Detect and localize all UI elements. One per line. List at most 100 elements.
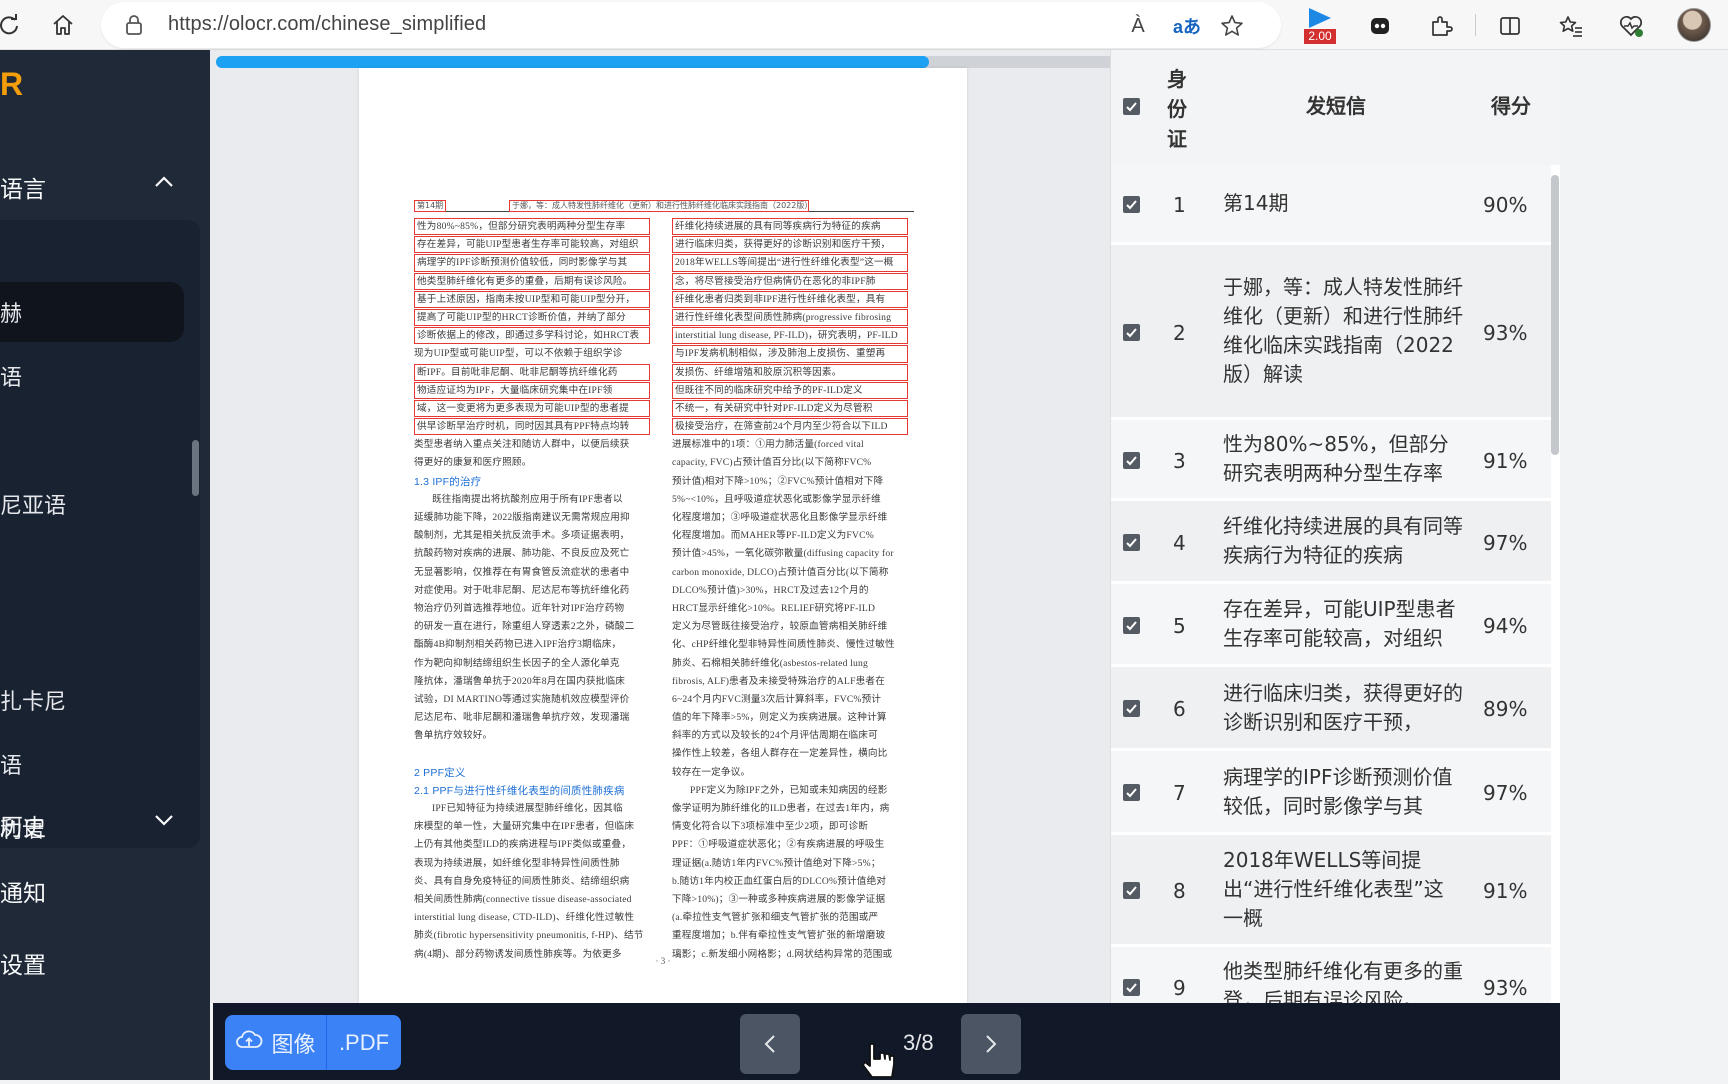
table-row[interactable]: 4 纤维化持续进展的具有同等疾病行为特征的疾病 97% xyxy=(1111,501,1551,584)
row-checkbox[interactable] xyxy=(1123,978,1140,996)
row-id: 3 xyxy=(1173,448,1186,473)
table-row[interactable]: 5 存在差异，可能UIP型患者生存率可能较高，对组织 94% xyxy=(1111,584,1551,667)
language-list: 赫 语 尼亚语 扎卡尼 语 利语 xyxy=(0,220,200,848)
sidebar-item-language-1[interactable]: 赫 xyxy=(0,282,184,342)
row-checkbox[interactable] xyxy=(1123,700,1140,717)
row-text[interactable]: 2018年WELLS等间提出“进行性纤维化表型”这一概 xyxy=(1223,846,1463,933)
detected-text-line[interactable]: 病理学的IPF诊断预测价值较低，同时影像学与其 xyxy=(414,254,650,272)
row-text[interactable]: 进行临床归类，获得更好的诊断识别和医疗干预， xyxy=(1223,679,1463,737)
sidebar-item-language-2[interactable]: 语 xyxy=(0,360,22,392)
table-row[interactable]: 6 进行临床归类，获得更好的诊断识别和医疗干预， 89% xyxy=(1111,667,1551,751)
detected-text-line[interactable]: 他类型肺纤维化有更多的重叠，后期有误诊风险。 xyxy=(414,272,650,290)
read-aloud-icon[interactable]: À xyxy=(1122,10,1154,42)
detected-text-line[interactable]: 纤维化患者归类到非IPF进行性纤维化表型，具有 xyxy=(672,290,908,308)
detected-text-line[interactable]: 不统一，有关研究中针对PF-ILD定义为尽管积 xyxy=(672,399,908,418)
previous-page-button[interactable] xyxy=(740,1014,800,1074)
favorite-star-icon[interactable] xyxy=(1216,10,1248,42)
results-scrollbar[interactable] xyxy=(1551,175,1559,455)
detected-text-line[interactable]: 供早诊断早治疗时机，同时因其具有PPF特点均转 xyxy=(414,418,650,436)
detected-text-line[interactable]: 与IPF发病机制相似，涉及肺泡上皮损伤、重塑再 xyxy=(672,345,908,363)
sidebar-item-label: 尼亚语 xyxy=(0,494,67,519)
sidebar-item-label: 赫 xyxy=(0,302,23,327)
profile-avatar[interactable] xyxy=(1677,8,1711,42)
text-line: fibrosis, ALF)患者及未接受特殊治疗的ALF患者在 xyxy=(672,675,886,687)
next-page-button[interactable] xyxy=(961,1014,1021,1074)
app-logo[interactable]: R xyxy=(0,66,23,103)
row-text[interactable]: 存在差异，可能UIP型患者生存率可能较高，对组织 xyxy=(1223,595,1463,653)
row-text[interactable]: 病理学的IPF诊断预测价值较低，同时影像学与其 xyxy=(1223,763,1463,821)
address-bar[interactable]: https://olocr.com/chinese_simplified À … xyxy=(101,2,1281,48)
row-text[interactable]: 于娜，等：成人特发性肺纤维化（更新）和进行性肺纤维化临床实践指南（2022版）解… xyxy=(1223,273,1463,389)
detected-text-line[interactable]: 物适应证均为IPF，大量临床研究集中在IPF领 xyxy=(414,381,650,399)
table-row[interactable]: 8 2018年WELLS等间提出“进行性纤维化表型”这一概 91% xyxy=(1111,835,1551,947)
row-text[interactable]: 他类型肺纤维化有更多的重登，后期有误诊风险。 xyxy=(1223,957,1463,1003)
detected-text-line[interactable]: 纤维化持续进展的具有同等疾病行为特征的疾病 xyxy=(672,218,908,236)
text-line: 酯酶4B抑制剂相关药物已进入IPF治疗3期临床， xyxy=(414,639,622,651)
detected-text-line[interactable]: 断IPF。目前吡非尼酮、吡非尼酮等抗纤维化药 xyxy=(414,363,650,381)
column-header-text[interactable]: 发短信 xyxy=(1306,90,1366,119)
row-checkbox[interactable] xyxy=(1123,196,1140,213)
table-row[interactable]: 3 性为80%~85%，但部分研究表明两种分型生存率 91% xyxy=(1111,420,1551,501)
sidebar-item-notifications[interactable]: 通知 xyxy=(0,868,210,908)
detected-text-line[interactable]: 域，这一变更将为更多表现为可能UIP型的患者提 xyxy=(414,399,650,418)
refresh-icon[interactable] xyxy=(0,8,26,42)
row-checkbox[interactable] xyxy=(1123,616,1140,634)
detected-text-line[interactable]: interstitial lung disease, PF-ILD)，研究表明，… xyxy=(672,327,908,345)
detected-text-line[interactable]: 但既往不同的临床研究中给予的PF-ILD定义 xyxy=(672,381,908,399)
text-line: 试验，DI MARTINO等通过实施随机效应模型评价 xyxy=(414,693,630,705)
page-header-title[interactable]: 于娜，等：成人特发性肺纤维化（更新）和进行性肺纤维化临床实践指南（2022版）解… xyxy=(509,200,809,212)
translate-icon[interactable]: aあ xyxy=(1171,10,1203,42)
upload-image-button[interactable]: 图像 xyxy=(225,1015,327,1070)
detected-text-line[interactable]: 发损伤、纤维增殖和胶原沉积等因素。 xyxy=(672,363,908,381)
home-icon[interactable] xyxy=(46,8,80,42)
split-screen-icon[interactable] xyxy=(1493,9,1527,43)
select-all-checkbox[interactable] xyxy=(1123,98,1140,115)
sidebar-item-language-4[interactable]: 扎卡尼 xyxy=(0,684,66,716)
table-row[interactable]: 1 第14期 90% xyxy=(1111,165,1551,245)
row-text[interactable]: 第14期 xyxy=(1223,189,1463,218)
browser-health-icon[interactable] xyxy=(1614,9,1648,43)
extension-ghost-icon[interactable] xyxy=(1363,9,1397,43)
sidebar-scrollbar[interactable] xyxy=(192,440,199,496)
detected-text-line[interactable]: 诊断依据上的修改，即通过多学科讨论，如HRCT表 xyxy=(414,327,650,345)
row-text[interactable]: 性为80%~85%，但部分研究表明两种分型生存率 xyxy=(1223,430,1463,488)
favorites-list-icon[interactable] xyxy=(1554,9,1588,43)
detected-text-line[interactable]: 2018年WELLS等间提出“进行性纤维化表型”这一概 xyxy=(672,254,908,272)
detected-text-line[interactable]: 基于上述原因，指南未按UIP型和可能UIP型分开， xyxy=(414,290,650,308)
detected-text-line[interactable]: 性为80%~85%，但部分研究表明两种分型生存率 xyxy=(414,218,650,236)
detected-text-line[interactable]: 存在差异，可能UIP型患者生存率可能较高，对组织 xyxy=(414,236,650,254)
url-text[interactable]: https://olocr.com/chinese_simplified xyxy=(168,13,486,36)
detected-text-line[interactable]: 极接受治疗，在筛查前24个月内至少符合以下ILD xyxy=(672,418,908,436)
extensions-puzzle-icon[interactable] xyxy=(1424,9,1458,43)
sidebar-item-language-5[interactable]: 语 xyxy=(0,748,22,780)
column-header-id[interactable]: 身份证 xyxy=(1167,64,1191,154)
row-checkbox[interactable] xyxy=(1123,451,1140,469)
extension-play-icon[interactable]: 2.00 xyxy=(1303,6,1337,46)
row-checkbox[interactable] xyxy=(1123,882,1140,899)
upload-pdf-button[interactable]: .PDF xyxy=(327,1015,401,1070)
detected-text-line[interactable]: 念，将尽管接受治疗但病情仍在恶化的非IPF肺 xyxy=(672,272,908,290)
row-checkbox[interactable] xyxy=(1123,533,1140,551)
row-checkbox[interactable] xyxy=(1123,323,1140,341)
table-row[interactable]: 2 于娜，等：成人特发性肺纤维化（更新）和进行性肺纤维化临床实践指南（2022版）… xyxy=(1111,245,1551,420)
sidebar-section-history[interactable]: 历史 xyxy=(0,802,210,842)
page-header-issue[interactable]: 第14期 xyxy=(414,200,446,212)
detected-text-line[interactable]: 进行性纤维化表型间质性肺病(progressive fibrosing xyxy=(672,308,908,327)
document-viewer[interactable]: 第14期 于娜，等：成人特发性肺纤维化（更新）和进行性肺纤维化临床实践指南（20… xyxy=(210,50,1110,1003)
table-row[interactable]: 9 他类型肺纤维化有更多的重登，后期有误诊风险。 93% xyxy=(1111,947,1551,1003)
sidebar-section-language[interactable]: 语言 xyxy=(0,164,210,204)
page-number: · 3 · xyxy=(655,956,671,966)
text-line xyxy=(414,745,650,763)
row-checkbox[interactable] xyxy=(1123,784,1140,801)
detected-text-line[interactable]: 提高了可能UIP型的HRCT诊断价值，并纳了部分 xyxy=(414,308,650,327)
table-row[interactable]: 7 病理学的IPF诊断预测价值较低，同时影像学与其 97% xyxy=(1111,751,1551,835)
row-text[interactable]: 纤维化持续进展的具有同等疾病行为特征的疾病 xyxy=(1223,512,1463,570)
sidebar-item-settings[interactable]: 设置 xyxy=(0,940,210,980)
document-page[interactable]: 第14期 于娜，等：成人特发性肺纤维化（更新）和进行性肺纤维化临床实践指南（20… xyxy=(359,68,967,1003)
column-header-score[interactable]: 得分 xyxy=(1491,90,1531,119)
detected-text-line[interactable]: 进行临床归类，获得更好的诊断识别和医疗干预， xyxy=(672,236,908,254)
cloud-upload-icon xyxy=(235,1029,263,1057)
lock-icon[interactable] xyxy=(125,14,143,40)
sidebar-item-language-3[interactable]: 尼亚语 xyxy=(0,488,66,520)
ocr-results-panel: 身份证 发短信 得分 1 第14期 90% 2 于娜，等：成人特发性肺纤维化（更新）和进… xyxy=(1110,50,1560,1003)
